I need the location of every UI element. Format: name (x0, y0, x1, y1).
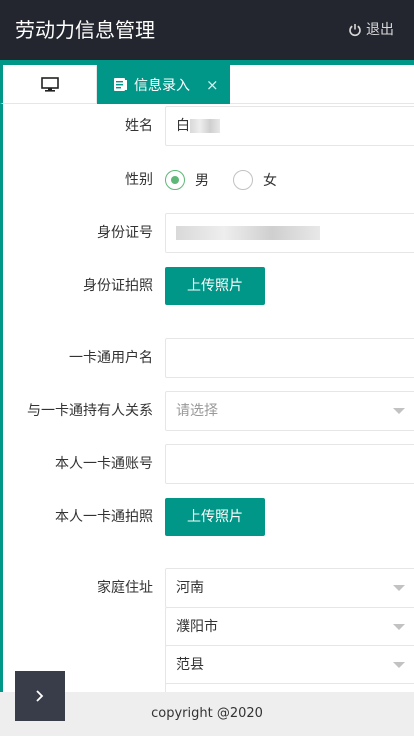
name-label: 姓名 (125, 118, 153, 134)
province-value: 河南 (176, 580, 204, 596)
logout-label: 退出 (366, 22, 394, 38)
card-username-label: 一卡通用户名 (69, 350, 153, 366)
card-photo-upload-button[interactable]: 上传照片 (165, 498, 265, 536)
radio-checked-icon (165, 170, 185, 190)
redacted-text (176, 226, 320, 240)
address-label: 家庭住址 (97, 580, 153, 596)
card-relation-label: 与一卡通持有人关系 (27, 403, 153, 419)
card-relation-select[interactable]: 请选择 (165, 391, 414, 431)
dropdown-arrow-icon (393, 585, 405, 591)
card-photo-label: 本人一卡通拍照 (55, 509, 153, 525)
tab-label: 信息录入 (134, 77, 190, 94)
form-row-address-province: 家庭住址 河南 (3, 568, 414, 608)
close-icon[interactable]: × (206, 76, 219, 94)
gender-option-male[interactable]: 男 (165, 170, 209, 190)
tab-info-entry[interactable]: 信息录入 × (97, 65, 230, 104)
form-row-address-city: 濮阳市 (3, 607, 414, 647)
dropdown-arrow-icon (393, 408, 405, 414)
side-menu-toggle-button[interactable] (15, 671, 65, 721)
form-row-gender: 性别 男 女 (3, 160, 414, 200)
gender-male-label: 男 (195, 173, 209, 189)
id-number-label: 身份证号 (97, 225, 153, 241)
app-title: 劳动力信息管理 (15, 18, 155, 42)
card-username-input[interactable] (165, 338, 414, 378)
county-select[interactable]: 范县 (165, 645, 414, 685)
dropdown-arrow-icon (393, 624, 405, 630)
name-input[interactable]: 白 (165, 106, 414, 146)
dropdown-arrow-icon (393, 662, 405, 668)
card-account-label: 本人一卡通账号 (55, 456, 153, 472)
radio-unchecked-icon (233, 170, 253, 190)
redacted-text (190, 119, 220, 133)
document-icon (113, 77, 128, 92)
city-value: 濮阳市 (176, 619, 218, 635)
form-row-name: 姓名 白 (3, 106, 414, 146)
province-select[interactable]: 河南 (165, 568, 414, 608)
form-row-card-username: 一卡通用户名 (3, 338, 414, 378)
form-row-card-relation: 与一卡通持有人关系 请选择 (3, 391, 414, 431)
card-account-input[interactable] (165, 444, 414, 484)
city-select[interactable]: 濮阳市 (165, 607, 414, 647)
gender-label: 性别 (125, 172, 153, 188)
form-content: 姓名 白 性别 男 女 身份证号 身份证拍照 上传照片 一卡通用户名 与一卡通持… (0, 104, 414, 692)
gender-female-label: 女 (263, 173, 277, 189)
monitor-icon (40, 76, 59, 92)
form-row-id-number: 身份证号 (3, 213, 414, 253)
tab-bar: 信息录入 × (0, 60, 414, 104)
address-next-select[interactable] (165, 683, 414, 692)
power-icon (349, 24, 361, 37)
card-relation-placeholder: 请选择 (176, 403, 218, 419)
name-value: 白 (176, 118, 190, 134)
form-row-id-photo: 身份证拍照 上传照片 (3, 266, 414, 306)
gender-option-female[interactable]: 女 (233, 170, 277, 190)
county-value: 范县 (176, 657, 204, 673)
id-number-input[interactable] (165, 213, 414, 253)
logout-button[interactable]: 退出 (348, 21, 394, 39)
tab-home[interactable] (3, 65, 97, 104)
form-row-card-photo: 本人一卡通拍照 上传照片 (3, 497, 414, 537)
copyright-text: copyright @2020 (151, 706, 263, 721)
form-row-card-account: 本人一卡通账号 (3, 444, 414, 484)
id-photo-upload-button[interactable]: 上传照片 (165, 267, 265, 305)
app-header: 劳动力信息管理 退出 (0, 0, 414, 60)
chevron-right-icon (36, 690, 44, 702)
id-photo-label: 身份证拍照 (83, 278, 153, 294)
